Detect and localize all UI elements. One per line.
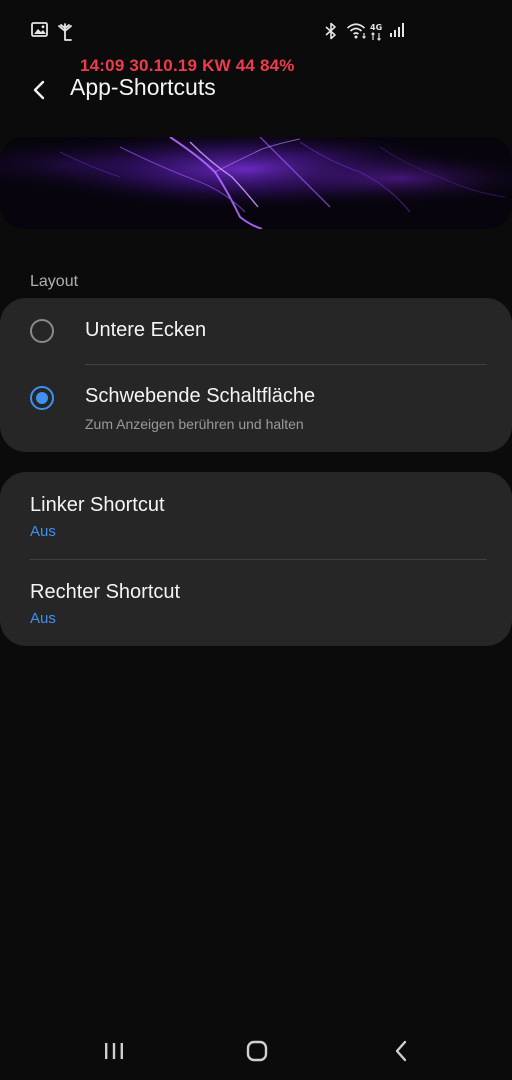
signal-icon [389,22,409,42]
back-icon [395,1040,407,1062]
option-label: Untere Ecken [85,319,207,341]
wallpaper-preview [0,137,512,229]
recents-icon [105,1043,123,1059]
radio-button-untere-ecken[interactable] [30,319,54,343]
overlay-clock-text: 14:09 30.10.19 KW 44 84% [80,56,295,75]
recents-button[interactable] [94,1036,134,1066]
option-subtitle: Zum Anzeigen berühren und halten [85,416,304,432]
shortcut-label: Linker Shortcut [30,494,165,516]
mobile-data-icon: 4G [369,22,385,42]
shortcut-row-right[interactable]: Rechter Shortcut Aus [0,560,512,646]
option-untere-ecken[interactable]: Untere Ecken [0,298,512,364]
home-button[interactable] [237,1036,277,1066]
radio-button-schwebende-schaltflaeche[interactable] [30,386,54,410]
page-title: App-Shortcuts [70,74,216,100]
layout-options-card: Untere Ecken Schwebende Schaltfläche Zum… [0,298,512,452]
back-button[interactable] [26,76,54,104]
shortcut-label: Rechter Shortcut [30,581,181,603]
section-label-layout: Layout [30,273,79,290]
option-schwebende-schaltflaeche[interactable]: Schwebende Schaltfläche Zum Anzeigen ber… [0,365,512,452]
status-bar: 4G [0,0,512,52]
option-label: Schwebende Schaltfläche [85,385,316,407]
system-back-button[interactable] [381,1036,421,1066]
shortcut-row-left[interactable]: Linker Shortcut Aus [0,472,512,559]
wifi-icon [346,22,366,42]
home-icon [246,1040,268,1062]
shortcuts-card: Linker Shortcut Aus Rechter Shortcut Aus [0,472,512,646]
shortcut-value: Aus [30,610,56,627]
chevron-left-icon [33,80,45,100]
app-shortcuts-screen: 4G 14:09 30.10.19 KW 44 84% App-Shortcut… [0,0,512,1080]
svg-text:4G: 4G [370,23,382,32]
shortcut-value: Aus [30,523,56,540]
bluetooth-icon [323,22,343,42]
image-icon [31,22,51,42]
navigation-bar [0,1020,512,1080]
antenna-icon [55,22,75,42]
